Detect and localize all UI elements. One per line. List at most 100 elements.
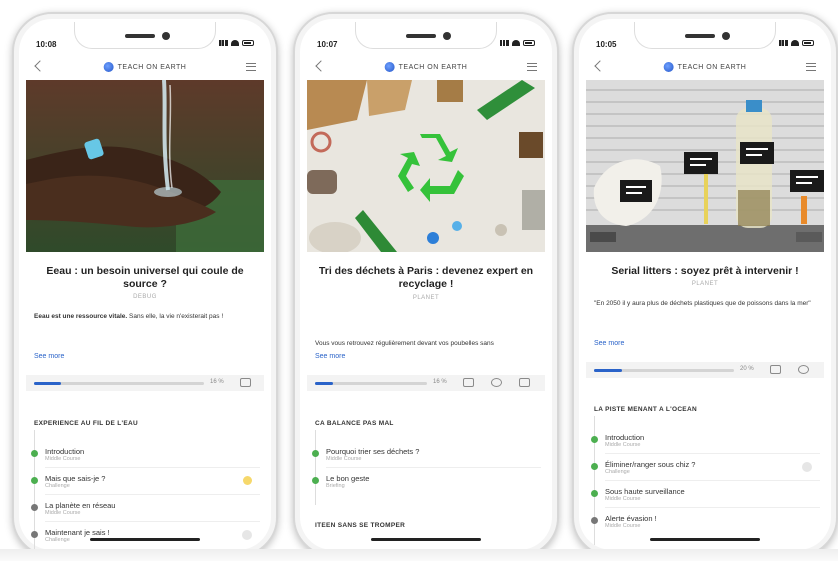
notch <box>634 22 776 49</box>
app-bar: TEACH ON EARTH <box>32 60 258 78</box>
favorite-icon[interactable] <box>491 378 502 387</box>
camera-icon <box>162 32 170 40</box>
battery-icon <box>242 40 254 46</box>
signal-icon <box>219 40 228 46</box>
lesson-type: Challenge <box>45 483 70 489</box>
lesson-title: Pourquoi trier ses déchets ? <box>326 447 420 456</box>
lesson-type: Middle Course <box>45 510 81 516</box>
share-icon[interactable] <box>770 365 781 374</box>
lesson-item[interactable]: Pourquoi trier ses déchets ? Middle Cours… <box>307 430 541 478</box>
progress-percent: 16 % <box>210 379 224 385</box>
progress-percent: 16 % <box>433 379 447 385</box>
brand-name: TEACH ON EARTH <box>398 63 468 71</box>
back-arrow-icon[interactable] <box>315 60 327 72</box>
section-title: LA PISTE MENANT A L'OCEAN <box>594 406 697 413</box>
status-time: 10:05 <box>596 40 617 49</box>
status-time: 10:07 <box>317 40 338 49</box>
share-icon[interactable] <box>240 378 251 387</box>
progress-bar-row: 16 % <box>26 375 264 391</box>
globe-icon <box>663 62 674 72</box>
phone-3: 10:05 TEACH ON EARTH Serial litters: so… <box>572 12 838 557</box>
lesson-type: Briefing <box>326 483 345 489</box>
progress-bar-row: 20 % <box>586 362 824 378</box>
lesson-item[interactable]: Introduction Middle Course <box>26 430 260 478</box>
battery-icon <box>523 40 535 46</box>
lesson-title: Mais que sais-je ? <box>45 474 106 483</box>
lesson-item[interactable]: Introduction Middle Course <box>586 416 820 464</box>
progress-track <box>315 382 427 385</box>
course-image-recycling <box>307 80 545 252</box>
lesson-title: Maintenant je sais ! <box>45 528 110 537</box>
see-more-link[interactable]: See more <box>315 353 345 360</box>
progress-percent: 20 % <box>740 366 754 372</box>
course-category: DEBUG <box>133 294 157 300</box>
section-title: CA BALANCE PAS MAL <box>315 420 394 427</box>
home-indicator <box>650 538 760 541</box>
progress-fill <box>594 369 622 372</box>
app-bar: TEACH ON EARTH <box>592 60 818 78</box>
brand-name: TEACH ON EARTH <box>677 63 747 71</box>
bookmark-icon[interactable] <box>519 378 530 387</box>
course-description: "En 2050 il y aura plus de déchets plast… <box>594 300 811 307</box>
status-done-icon <box>591 463 598 470</box>
camera-icon <box>443 32 451 40</box>
brand-logo: TEACH ON EARTH <box>103 62 187 72</box>
description-text: Sans elle, la vie n'existerait pas ! <box>129 313 224 320</box>
lesson-title: Alerte évasion ! <box>605 514 657 523</box>
see-more-link[interactable]: See more <box>594 340 624 347</box>
progress-fill <box>34 382 62 385</box>
course-category: PLANET <box>412 295 440 301</box>
camera-icon <box>722 32 730 40</box>
wifi-icon <box>791 40 799 46</box>
course-image-water <box>26 80 264 252</box>
lesson-type: Middle Course <box>605 523 641 529</box>
status-done-icon <box>591 490 598 497</box>
lesson-item[interactable]: Maintenant je sais ! Challenge <box>26 511 260 555</box>
lesson-item[interactable]: Alerte évasion ! Middle Course <box>586 497 820 545</box>
surface-shadow <box>0 549 838 561</box>
status-done-icon <box>31 477 38 484</box>
progress-bar-row: 16 % <box>307 375 545 391</box>
lesson-type: Middle Course <box>45 456 81 462</box>
lesson-title: Éliminer/ranger sous chiz ? <box>605 460 696 469</box>
status-done-icon <box>31 450 38 457</box>
menu-icon[interactable] <box>246 63 256 71</box>
lesson-item[interactable]: Mais que sais-je ? Challenge <box>26 457 260 505</box>
status-pending-icon <box>31 531 38 538</box>
menu-icon[interactable] <box>806 63 816 71</box>
see-more-link[interactable]: See more <box>34 353 64 360</box>
notch <box>355 22 497 49</box>
lesson-type: Middle Course <box>605 442 641 448</box>
favorite-icon[interactable] <box>798 365 809 374</box>
lesson-item[interactable]: La planète en réseau Middle Course <box>26 484 260 532</box>
course-category: PLANET <box>691 281 719 287</box>
back-arrow-icon[interactable] <box>34 60 46 72</box>
lesson-title: Le bon geste <box>326 474 370 483</box>
lesson-item[interactable]: Le bon geste Briefing <box>307 457 541 505</box>
course-description: Vous vous retrouvez régulièrement devant… <box>315 340 494 347</box>
status-done-icon <box>312 450 319 457</box>
course-image-litter <box>586 80 824 252</box>
status-time: 10:08 <box>36 40 57 49</box>
globe-icon <box>103 62 114 72</box>
lesson-item[interactable]: Éliminer/ranger sous chiz ? Challenge <box>586 443 820 491</box>
lesson-title: La planète en réseau <box>45 501 116 510</box>
home-indicator <box>371 538 481 541</box>
wifi-icon <box>231 40 239 46</box>
star-icon <box>243 476 252 485</box>
progress-fill <box>315 382 333 385</box>
back-arrow-icon[interactable] <box>594 60 606 72</box>
lesson-title: Sous haute surveillance <box>605 487 685 496</box>
notch <box>74 22 216 49</box>
lesson-type: Middle Course <box>326 456 362 462</box>
course-title: Tri des déchets à Paris : devenez expert… <box>318 265 534 290</box>
lock-icon <box>802 462 812 472</box>
status-pending-icon <box>31 504 38 511</box>
globe-icon <box>384 62 395 72</box>
lesson-item[interactable]: Sous haute surveillance Middle Course <box>586 470 820 518</box>
share-icon[interactable] <box>463 378 474 387</box>
course-description: Eeau est une ressource vitale. Sans elle… <box>34 312 256 322</box>
brand-logo: TEACH ON EARTH <box>663 62 747 72</box>
menu-icon[interactable] <box>527 63 537 71</box>
home-indicator <box>90 538 200 541</box>
